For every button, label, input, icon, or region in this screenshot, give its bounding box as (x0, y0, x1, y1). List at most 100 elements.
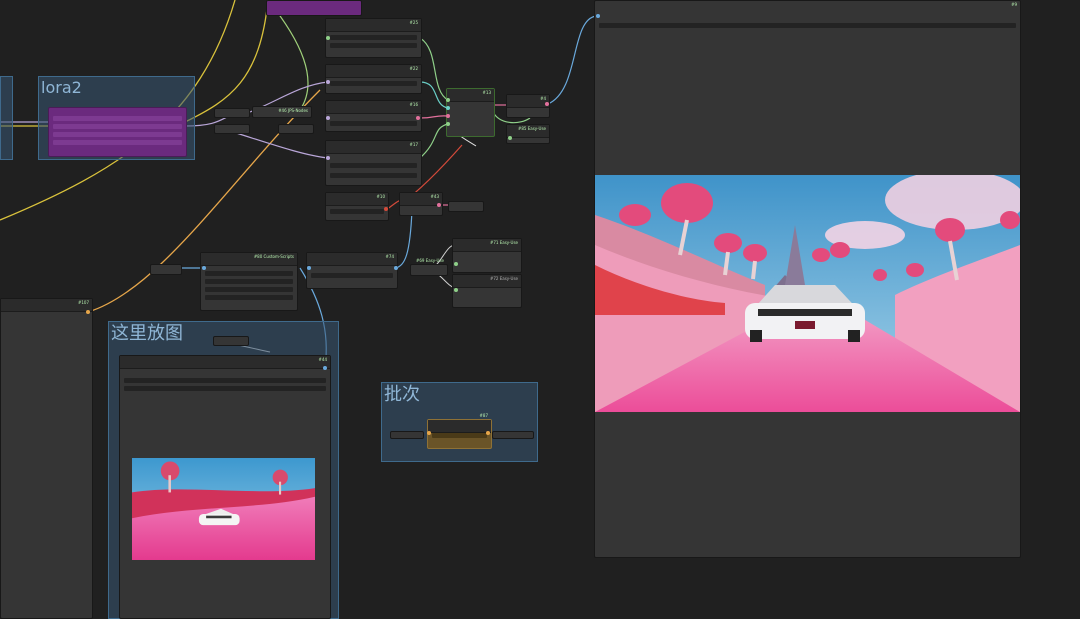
slot-dot[interactable] (437, 203, 441, 207)
node-72[interactable]: #72 Easy-Use (452, 274, 522, 308)
wire-blue-1 (547, 15, 597, 105)
node-9-save-image[interactable]: #9 (594, 0, 1021, 558)
slot-dot[interactable] (326, 80, 330, 84)
node-id-69: #69 Easy-Use (416, 258, 444, 263)
node-id-25: #25 (409, 20, 418, 25)
node-87-widget-1[interactable] (432, 433, 487, 438)
reroute-node-3[interactable] (278, 124, 314, 134)
slot-dot[interactable] (384, 207, 388, 211)
node-44-widget-2[interactable] (124, 386, 326, 391)
node-graph-canvas[interactable]: lora2 #46 JPS-Nodes #25 #22 #16 #17 #13 (0, 0, 1080, 619)
node-13-ksampler[interactable]: #13 (446, 88, 495, 137)
node-25-widget-1[interactable] (330, 35, 417, 40)
lora-widget-2[interactable] (53, 124, 182, 129)
node-4[interactable]: #4 (506, 94, 550, 118)
reroute-node-8[interactable] (492, 431, 534, 439)
wire-blue-4 (395, 209, 413, 269)
node-id-43: #43 (430, 194, 439, 199)
left-partial-group (0, 76, 13, 160)
node-44-load-image[interactable]: #44 (119, 355, 331, 619)
slot-dot[interactable] (326, 116, 330, 120)
lora-node-top[interactable] (266, 0, 362, 16)
node-16-widget-1[interactable] (330, 121, 417, 126)
node-80-widget-1[interactable] (205, 271, 293, 276)
slot-dot[interactable] (454, 288, 458, 292)
node-25[interactable]: #25 (325, 18, 422, 58)
input-image-preview (132, 458, 315, 560)
node-85[interactable]: #85 Easy-Use (506, 124, 550, 144)
reroute-node-5[interactable] (150, 264, 182, 275)
slot-dot[interactable] (446, 122, 450, 126)
slot-dot[interactable] (446, 106, 450, 110)
wire-green-top (267, 0, 309, 111)
node-id-9: #9 (1011, 2, 1017, 7)
node-id-10: #10 (376, 194, 385, 199)
slot-dot[interactable] (446, 114, 450, 118)
node-10[interactable]: #10 (325, 192, 389, 221)
slot-dot[interactable] (596, 14, 600, 18)
reroute-node-4[interactable] (448, 201, 484, 212)
wire-yellow-2 (184, 0, 269, 123)
node-44-widget-1[interactable] (124, 378, 326, 383)
node-id-13: #13 (482, 90, 491, 95)
node-9-widget-1[interactable] (599, 23, 1016, 28)
slot-dot[interactable] (323, 366, 327, 370)
node-69[interactable]: #69 Easy-Use (410, 258, 448, 276)
group-title-batch: 批次 (384, 384, 420, 405)
lora-widget-3[interactable] (53, 132, 182, 137)
node-16[interactable]: #16 (325, 100, 422, 132)
group-title-place-image: 这里放图 (111, 323, 183, 344)
node-id-46: #46 JPS-Nodes (278, 108, 308, 113)
node-17-widget-2[interactable] (330, 173, 417, 178)
slot-dot[interactable] (326, 36, 330, 40)
lora-widget-1[interactable] (53, 116, 182, 121)
lora-loader-node[interactable] (48, 107, 187, 157)
node-id-44: #44 (318, 357, 327, 362)
node-80-widget-2[interactable] (205, 279, 293, 284)
node-id-74: #74 (385, 254, 394, 259)
slot-dot[interactable] (86, 310, 90, 314)
node-71[interactable]: #71 Easy-Use (452, 238, 522, 273)
node-25-widget-2[interactable] (330, 43, 417, 48)
slot-dot[interactable] (545, 102, 549, 106)
slot-dot[interactable] (508, 136, 512, 140)
node-74-widget-1[interactable] (311, 273, 393, 278)
lora-widget-4[interactable] (53, 140, 182, 145)
slot-dot[interactable] (486, 431, 490, 435)
node-87[interactable]: #87 (427, 413, 492, 449)
slot-dot[interactable] (446, 98, 450, 102)
node-17[interactable]: #17 (325, 140, 422, 186)
node-10-widget-1[interactable] (330, 209, 384, 214)
node-80-widget-3[interactable] (205, 287, 293, 292)
slot-dot[interactable] (202, 266, 206, 270)
slot-dot[interactable] (454, 262, 458, 266)
wire-green-2 (419, 123, 449, 159)
slot-dot[interactable] (416, 116, 420, 120)
slot-dot[interactable] (394, 266, 398, 270)
node-id-85: #85 Easy-Use (518, 126, 546, 131)
group-place-image[interactable]: 这里放图 #44 (108, 321, 339, 619)
node-107[interactable]: #107 (0, 298, 93, 619)
node-80-custom-scripts[interactable]: #80 Custom-Scripts (200, 252, 298, 311)
node-id-17: #17 (409, 142, 418, 147)
slot-dot[interactable] (307, 266, 311, 270)
reroute-node-1[interactable] (214, 108, 250, 118)
group-lora2[interactable]: lora2 (38, 76, 195, 160)
node-id-16: #16 (409, 102, 418, 107)
node-22-widget-1[interactable] (330, 81, 417, 86)
node-80-widget-4[interactable] (205, 295, 293, 300)
node-22[interactable]: #22 (325, 64, 422, 94)
reroute-node-7[interactable] (390, 431, 424, 439)
node-17-widget-1[interactable] (330, 163, 417, 168)
group-title-lora2: lora2 (41, 78, 82, 97)
node-74[interactable]: #74 (306, 252, 398, 289)
reroute-node-2[interactable] (214, 124, 250, 134)
node-id-72: #72 Easy-Use (490, 276, 518, 281)
node-id-80: #80 Custom-Scripts (253, 254, 294, 259)
wire-pink-1 (419, 115, 449, 119)
group-batch[interactable]: 批次 #87 (381, 382, 538, 462)
slot-dot[interactable] (427, 431, 431, 435)
slot-dot[interactable] (326, 156, 330, 160)
reroute-node-6[interactable] (213, 336, 249, 346)
node-46-jps[interactable]: #46 JPS-Nodes (252, 106, 312, 118)
